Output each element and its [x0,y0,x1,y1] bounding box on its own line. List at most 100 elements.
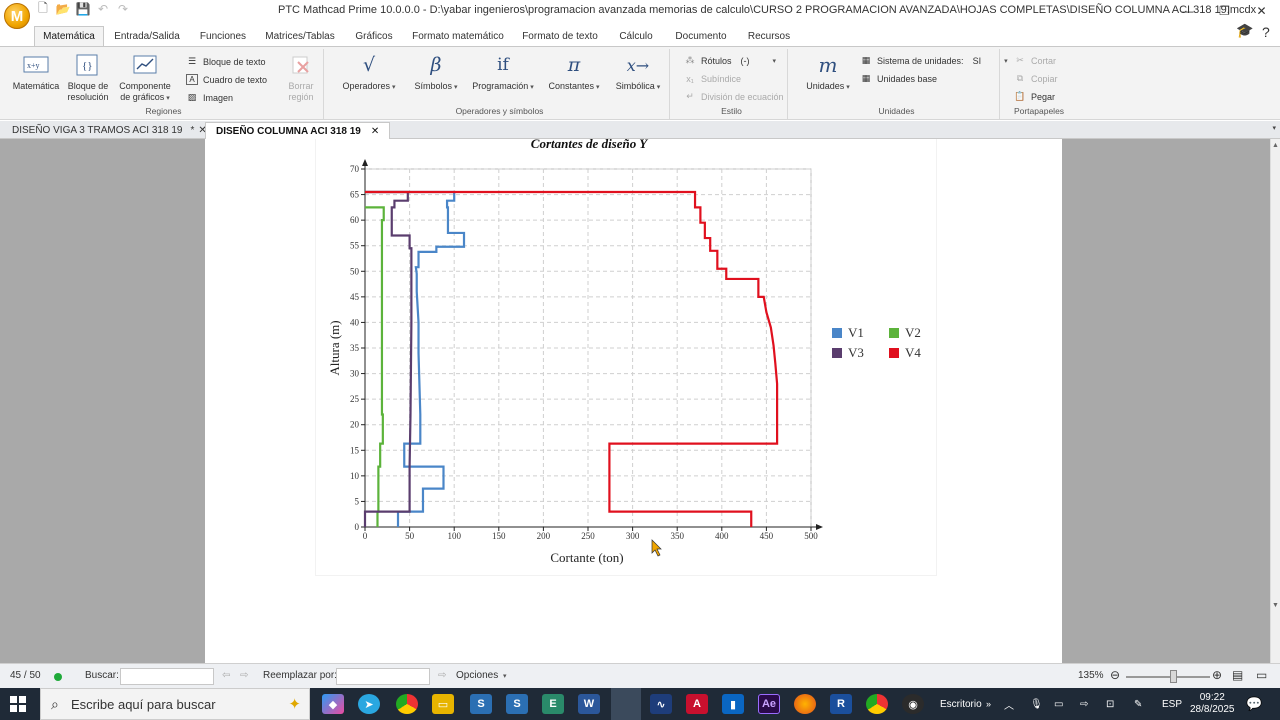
copilot-icon[interactable]: ◆ [322,694,344,714]
toolbar-expand-icon[interactable]: » [986,688,991,720]
clock[interactable]: 09:22 28/8/2025 [1190,688,1235,720]
tab-formato-matematico[interactable]: Formato matemático [410,26,506,46]
simbolos-button[interactable]: β Símbolos ▾ [406,53,466,93]
chart-svg[interactable]: 0 50 100 150 200 250 300 350 400 450 500 0 5 10 15 20 25… [316,139,936,575]
reemplazar-input[interactable] [336,668,430,685]
scroll-up-icon[interactable]: ▲ [1272,142,1279,149]
telegram-icon[interactable]: ➤ [358,694,380,714]
taskbar-search-box[interactable]: ⌕ Escribe aquí para buscar ✦ [40,688,310,720]
learning-cap-icon[interactable]: 🎓 [1236,22,1253,39]
cortar-button[interactable]: ✂ Cortar [1014,55,1056,66]
page-counter: 45 / 50 [10,670,41,681]
etabs-icon[interactable]: E [542,694,564,714]
unidades-base-button[interactable]: ▦ Unidades base [860,73,937,84]
obs-icon[interactable]: ◉ [902,694,924,714]
tab-recursos[interactable]: Recursos [744,26,794,46]
copiar-button[interactable]: ⧉ Copiar [1014,73,1058,84]
redo-icon[interactable]: ↷ [116,2,130,16]
programacion-button[interactable]: if Programación ▾ [466,53,540,93]
if-icon: if [497,54,509,75]
draft-view-icon[interactable]: ▭ [1256,668,1267,682]
chart-component-icon [131,53,159,77]
tab-calculo[interactable]: Cálculo [614,26,658,46]
find-prev-icon[interactable]: ⇦ [222,670,230,681]
autocad-icon[interactable]: A [686,694,708,714]
y-tick-label: 55 [350,241,360,251]
worksheet-area[interactable]: 0 50 100 150 200 250 300 350 400 450 500 0 5 10 15 20 25… [0,139,1270,663]
mathcad-logo-icon[interactable]: M [4,3,30,29]
close-window-button[interactable]: ✕ [1243,0,1280,22]
tab-documento[interactable]: Documento [668,26,734,46]
restore-button[interactable]: ❐ [1206,0,1243,22]
unidades-button[interactable]: m Unidades ▾ [800,53,856,93]
borrar-region-button[interactable]: Borrar región [280,53,322,103]
bloque-resolucion-button[interactable]: {} Bloque de resolución [64,53,112,103]
close-tab-icon[interactable]: ✕ [371,126,379,137]
tab-matematica[interactable]: Matemática [34,26,104,46]
zoom-in-icon[interactable]: ⊕ [1212,668,1222,682]
windows-start-icon[interactable] [10,696,26,712]
doc-tab-columna[interactable]: DISEÑO COLUMNA ACI 318 19 ✕ [205,122,391,139]
chrome-profile-icon[interactable] [866,694,888,714]
tab-entrada-salida[interactable]: Entrada/Salida [110,26,184,46]
tray-overflow-icon[interactable]: ︿ [1004,688,1014,720]
scroll-down-icon[interactable]: ▼ [1272,602,1279,609]
open-folder-icon[interactable]: 📂 [56,2,71,16]
notifications-icon[interactable]: 💬 [1246,688,1262,720]
y-tick-label: 30 [350,369,360,379]
bloque-texto-button[interactable]: ☰ Bloque de texto [186,56,266,67]
vertical-scrollbar[interactable]: ▲ ▼ [1270,139,1280,663]
sap2000-icon[interactable]: S [470,694,492,714]
revit-icon[interactable]: R [830,694,852,714]
imagen-button[interactable]: ▨ Imagen [186,92,233,103]
worksheet-page[interactable]: 0 50 100 150 200 250 300 350 400 450 500 0 5 10 15 20 25… [205,139,1062,663]
operadores-button[interactable]: √ Operadores ▾ [336,53,402,93]
replace-icon[interactable]: ⇨ [438,670,446,681]
zoom-slider[interactable] [1126,676,1210,678]
save-icon[interactable]: 💾 [76,2,91,16]
page-view-icon[interactable]: ▤ [1232,668,1243,682]
zoom-slider-thumb[interactable] [1170,670,1177,683]
navigator-icon[interactable]: ∿ [650,694,672,714]
tab-matrices-tablas[interactable]: Matrices/Tablas [262,26,338,46]
componente-graficos-button[interactable]: Componente de gráficos ▾ [114,53,176,104]
microphone-icon[interactable]: 🎙 [1030,688,1043,720]
cuadro-texto-button[interactable]: A Cuadro de texto [186,74,267,85]
zoom-out-icon[interactable]: ⊖ [1110,668,1120,682]
simbolica-button[interactable]: x→ Simbólica ▾ [608,53,668,93]
rotulos-dropdown[interactable]: ⁂ Rótulos (-) ▾ [684,55,777,66]
file-explorer-icon[interactable]: ▭ [432,694,454,714]
y-tick-label: 65 [350,190,360,200]
firefox-icon[interactable] [794,694,816,714]
buscar-input[interactable] [120,668,214,685]
word-icon[interactable]: W [578,694,600,714]
pen-icon[interactable]: ✎ [1134,688,1142,720]
doc-tab-viga[interactable]: DISEÑO VIGA 3 TRAMOS ACI 318 19 * ✕ [2,122,217,139]
division-ecuacion-button[interactable]: ↵ División de ecuación [684,91,783,102]
help-icon[interactable]: ? [1262,24,1270,40]
tab-funciones[interactable]: Funciones [194,26,252,46]
minimize-button[interactable]: — [1169,0,1206,22]
chrome-icon[interactable] [396,694,418,714]
chart-region[interactable]: 0 50 100 150 200 250 300 350 400 450 500 0 5 10 15 20 25… [316,139,936,575]
network-icon[interactable]: ▭ [1054,688,1063,720]
safe-icon[interactable]: S [506,694,528,714]
matematica-region-button[interactable]: x+y Matemática [10,53,62,92]
find-next-icon[interactable]: ⇨ [240,670,248,681]
pegar-button[interactable]: 📋 Pegar [1014,91,1055,102]
language-indicator[interactable]: ESP [1162,688,1182,720]
after-effects-icon[interactable]: Ae [758,694,780,714]
new-document-icon[interactable]: 🗋 [36,1,50,16]
escritorio-label[interactable]: Escritorio [940,688,982,720]
sistema-unidades-dropdown[interactable]: ▦ Sistema de unidades: SI ▾ [860,55,1008,66]
tab-formato-texto[interactable]: Formato de texto [516,26,604,46]
app-icon[interactable]: ▮ [722,694,744,714]
subindice-button[interactable]: x₁ Subíndice [684,73,741,84]
tab-graficos[interactable]: Gráficos [348,26,400,46]
constantes-button[interactable]: π Constantes ▾ [542,53,606,93]
undo-icon[interactable]: ↶ [96,2,110,16]
opciones-dropdown[interactable]: Opciones ▾ [456,670,507,681]
share-icon[interactable]: ⇨ [1080,688,1088,720]
device-icon[interactable]: ⊡ [1106,688,1114,720]
tab-list-icon[interactable]: ▾ [1272,124,1276,132]
